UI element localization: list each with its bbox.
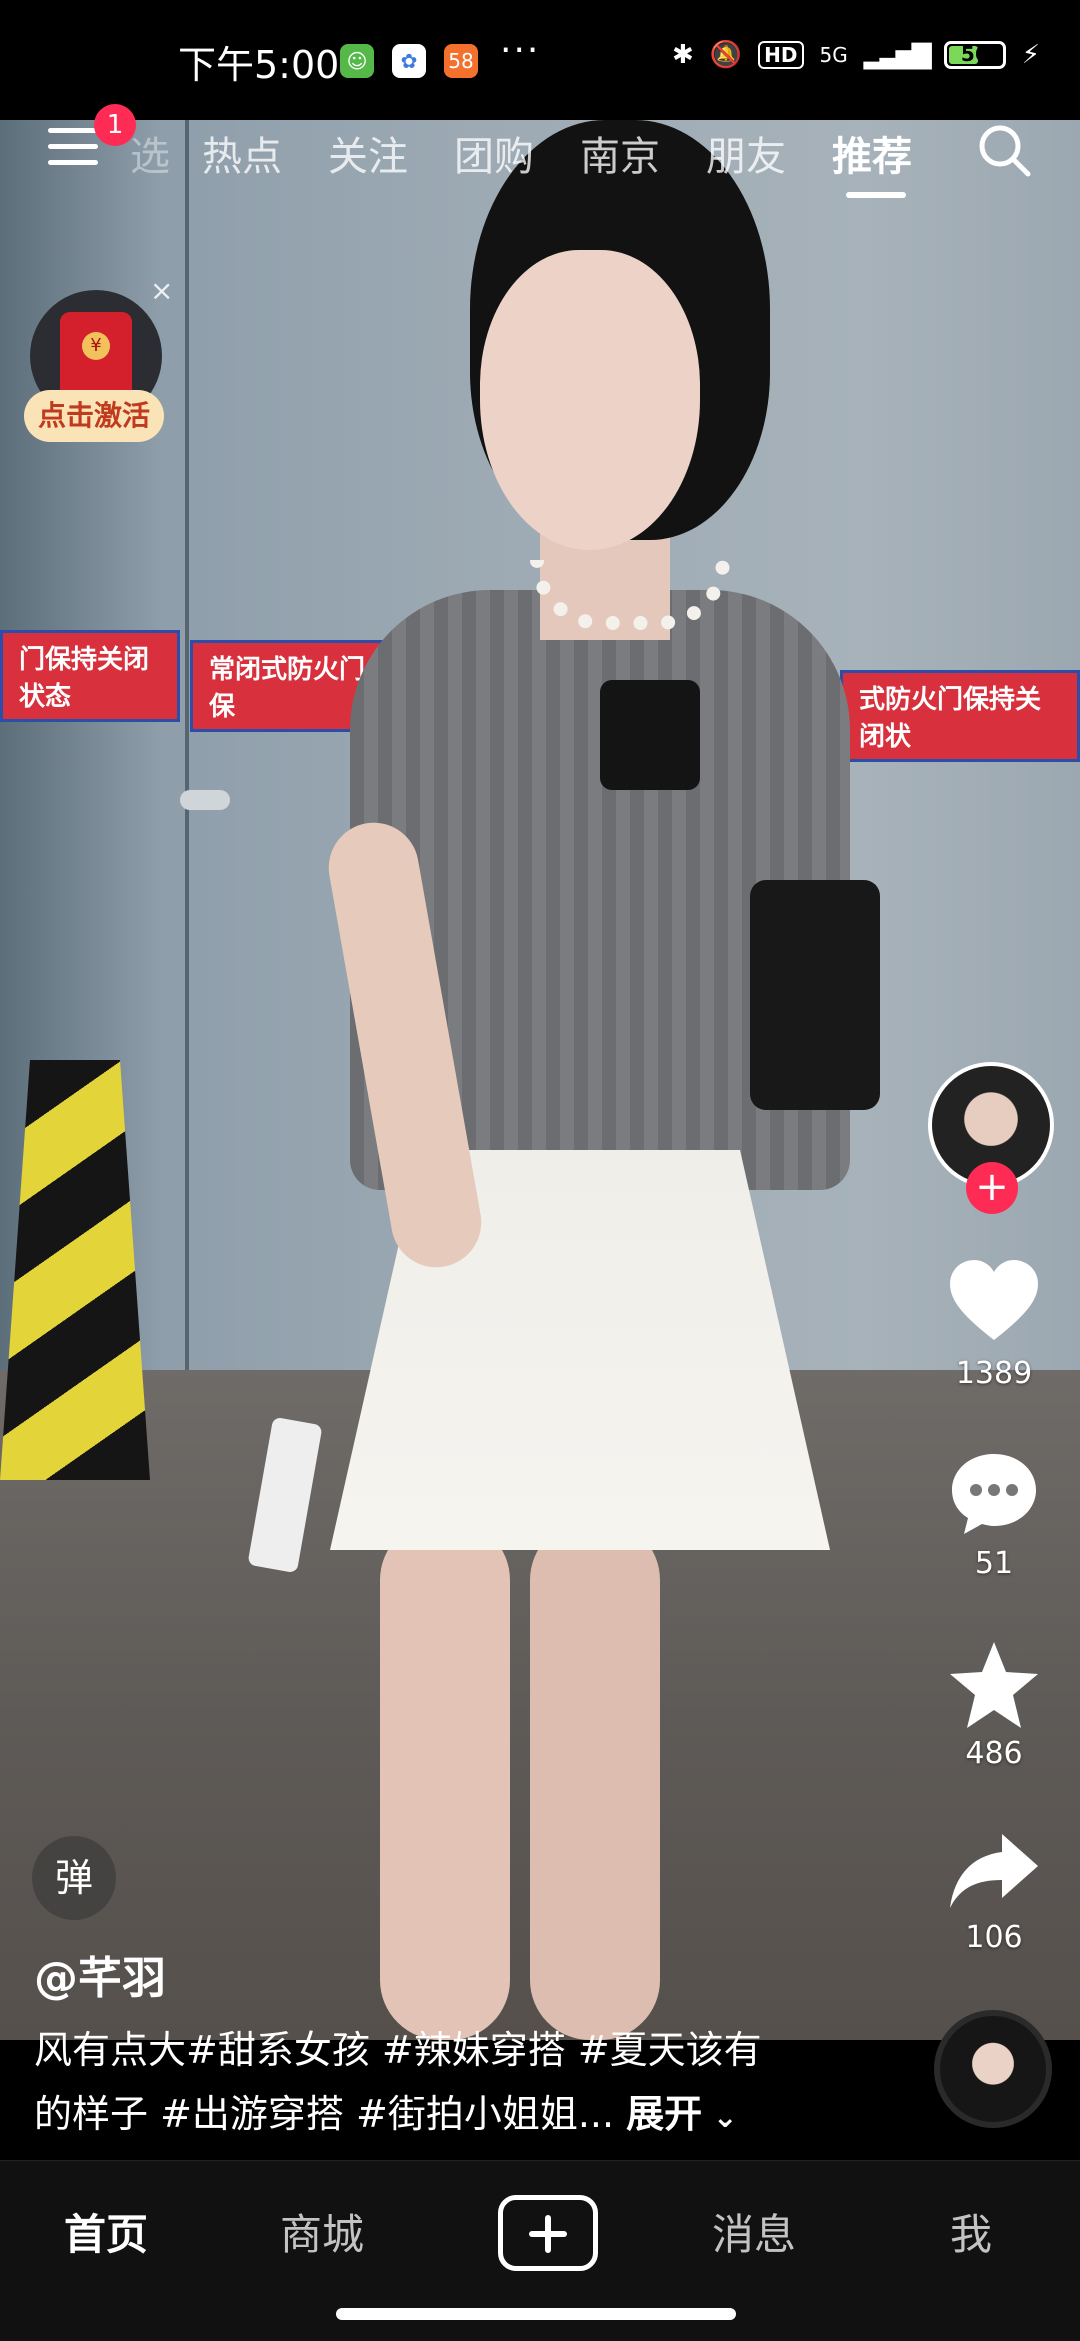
author-name[interactable]: @芊羽 [34,1942,166,2006]
app-58-icon: 58 [444,44,478,78]
tab-group-buy[interactable]: 团购 [454,124,534,182]
follow-button[interactable]: + [966,1162,1018,1214]
backpack [750,880,880,1110]
tab-recommended[interactable]: 推荐 [832,124,912,182]
door-seam [185,120,189,1380]
fire-door-sign: 门保持关闭状态 [0,630,180,722]
face [480,250,700,550]
star-icon[interactable] [946,1638,1042,1734]
search-icon[interactable] [976,122,1032,178]
tab-friends[interactable]: 朋友 [706,124,786,182]
activate-button[interactable]: 点击激活 [24,390,164,442]
caption-line: 的样子 #出游穿搭 #街拍小姐姐... [34,2092,615,2136]
tab-partial[interactable]: 选 [130,124,170,182]
battery-icon: 56 [943,41,1006,69]
bluetooth-icon: ✱ [672,40,694,70]
danmaku-button[interactable]: 弹 [32,1836,116,1920]
music-disc[interactable] [934,2010,1052,2128]
phone [247,1416,323,1574]
home-indicator[interactable] [336,2308,736,2320]
door-handle [180,790,230,810]
comment-icon[interactable] [946,1446,1042,1542]
caption-line: 风有点大#甜系女孩 #辣妹穿搭 #夏天该有 [34,2028,762,2072]
app-notification-icon: ✿ [392,44,426,78]
signal-icon: ▂▃▅▇ [863,40,932,70]
leg [530,1520,660,2040]
mute-icon: 🔕 [709,40,743,70]
favorite-count: 486 [965,1736,1023,1771]
share-count: 106 [965,1920,1023,1955]
status-icons: ✱ 🔕 HD 5G ▂▃▅▇ 56 ⚡ [672,40,1040,70]
chevron-down-icon: ⌄ [702,2100,738,2135]
tab-mall[interactable]: 商城 [280,2201,364,2262]
tab-nanjing[interactable]: 南京 [580,124,660,182]
network-label: 5G [819,43,848,67]
tab-hot[interactable]: 热点 [202,124,282,182]
hd-icon: HD [758,41,804,69]
menu-icon[interactable] [48,128,98,172]
close-icon[interactable]: × [150,274,173,307]
active-tab-indicator [846,192,906,198]
tab-messages[interactable]: 消息 [712,2201,796,2262]
red-envelope-icon: ¥ [60,312,132,400]
comment-count: 51 [974,1546,1014,1581]
expand-link[interactable]: 展开 ⌄ [626,2092,738,2136]
more-notifications-icon: ··· [500,30,541,71]
like-count: 1389 [955,1356,1033,1391]
charging-icon: ⚡ [1021,40,1040,70]
app-notification-icon: ☺ [340,44,374,78]
tab-me[interactable]: 我 [950,2201,992,2262]
battery-level: 56 [960,42,989,66]
create-button[interactable] [498,2195,598,2271]
tab-following[interactable]: 关注 [328,124,408,182]
coin-icon: ¥ [82,332,110,360]
leg [380,1520,510,2040]
share-icon[interactable] [946,1824,1042,1920]
video-subject [230,120,890,2040]
status-bar: 下午5:00 ☺ ✿ 58 ··· ✱ 🔕 HD 5G ▂▃▅▇ 56 ⚡ [0,0,1080,120]
pouch [600,680,700,790]
status-time: 下午5:00 [178,43,340,87]
tab-home[interactable]: 首页 [64,2201,148,2262]
caption[interactable]: 风有点大#甜系女孩 #辣妹穿搭 #夏天该有 的样子 #出游穿搭 #街拍小姐姐..… [34,2018,854,2150]
heart-icon[interactable] [946,1254,1042,1350]
